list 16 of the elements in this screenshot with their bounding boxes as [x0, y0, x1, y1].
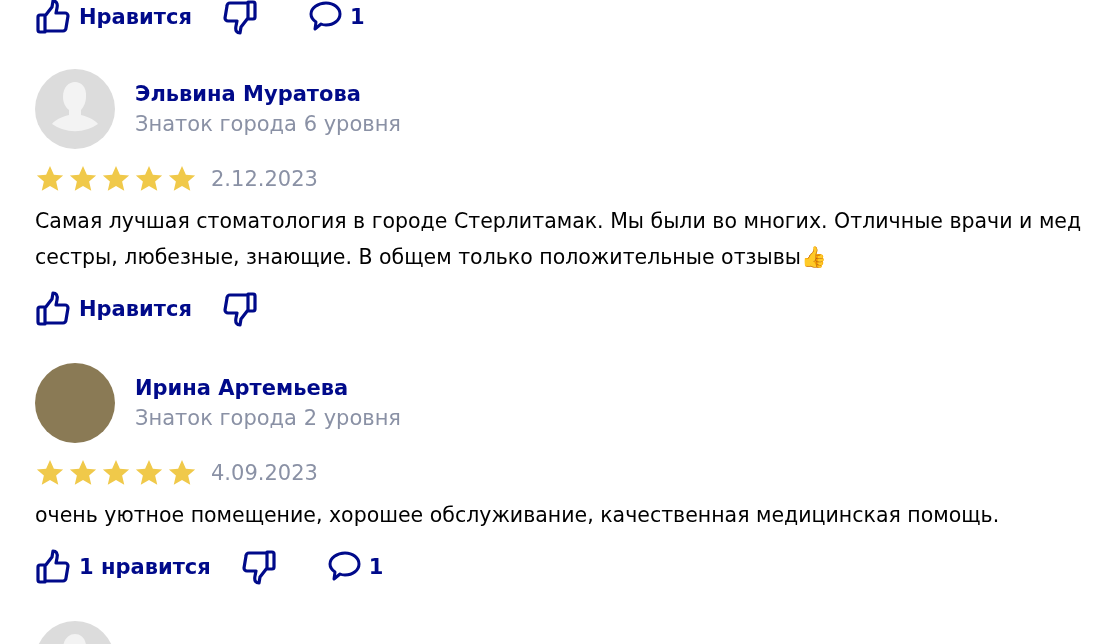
thumbs-up-icon — [35, 548, 73, 586]
review-date: 4.09.2023 — [211, 460, 318, 487]
like-button[interactable]: Нравится — [35, 0, 192, 36]
review-text: очень уютное помещение, хорошее обслуживание, качественная медицинская помощь. — [35, 502, 1001, 529]
reviewer-name[interactable]: Эльвина Муратова — [135, 79, 401, 109]
review-text: Самая лучшая стоматология в городе Стерлитамак. Мы были во многих. Отличные врачи и мед сестры, любезные, знающие. В общем только положительные отзывы👍 — [35, 208, 1083, 271]
reviewer-level: Знаток города 2 уровня — [135, 405, 401, 432]
review-date: 2.12.2023 — [211, 166, 318, 193]
comments-button[interactable]: 1 — [326, 549, 384, 585]
thumbs-up-icon — [35, 0, 73, 36]
reviewer-level: Знаток города 6 уровня — [135, 111, 401, 138]
comments-button[interactable]: 1 — [307, 0, 365, 35]
reviewer-name[interactable]: Ирина Артемьева — [135, 373, 401, 403]
like-button[interactable]: 1 нравится — [35, 548, 211, 586]
like-button[interactable]: Нравится — [35, 290, 192, 328]
thumbs-up-icon — [35, 290, 73, 328]
